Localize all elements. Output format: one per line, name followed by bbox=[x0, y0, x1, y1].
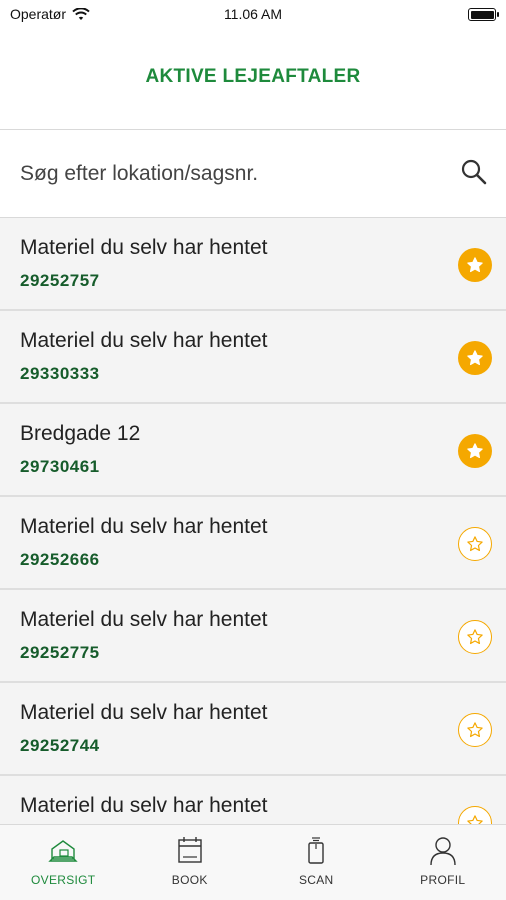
agreement-number: 29730461 bbox=[20, 457, 100, 476]
agreement-number: 29330333 bbox=[20, 364, 100, 383]
tab-oversigt[interactable]: OVERSIGT bbox=[0, 825, 127, 900]
agreement-number: 29252666 bbox=[20, 550, 100, 569]
search-icon[interactable] bbox=[460, 158, 488, 186]
agreement-number: 29252757 bbox=[20, 271, 100, 290]
agreement-location: Bredgade 12 bbox=[20, 422, 141, 445]
star-filled-icon[interactable] bbox=[458, 248, 492, 282]
list-item[interactable]: Materiel du selv har hentet 29252757 bbox=[0, 218, 506, 311]
tab-profil[interactable]: PROFIL bbox=[380, 825, 506, 900]
tab-bar: OVERSIGT BOOK SCAN PROFIL bbox=[0, 824, 506, 900]
search-bar bbox=[0, 130, 506, 218]
status-bar: Operatør 11.06 AM bbox=[0, 0, 506, 30]
tab-label: PROFIL bbox=[420, 873, 466, 887]
book-icon bbox=[178, 837, 202, 863]
agreement-location: Materiel du selv har hentet bbox=[20, 608, 268, 631]
agreement-location: Materiel du selv har hentet bbox=[20, 794, 268, 817]
tab-label: BOOK bbox=[171, 873, 208, 887]
list-item[interactable]: Materiel du selv har hentet 29252666 bbox=[0, 497, 506, 590]
list-item[interactable]: Materiel du selv har hentet bbox=[0, 776, 506, 824]
agreement-location: Materiel du selv har hentet bbox=[20, 236, 268, 259]
star-filled-icon[interactable] bbox=[458, 341, 492, 375]
agreement-location: Materiel du selv har hentet bbox=[20, 701, 268, 724]
star-outline-icon[interactable] bbox=[458, 806, 492, 824]
star-outline-icon[interactable] bbox=[458, 527, 492, 561]
star-outline-icon[interactable] bbox=[458, 713, 492, 747]
overview-icon bbox=[48, 840, 78, 862]
star-outline-icon[interactable] bbox=[458, 620, 492, 654]
agreement-location: Materiel du selv har hentet bbox=[20, 329, 268, 352]
search-input[interactable] bbox=[20, 154, 440, 194]
nav-header: AKTIVE LEJEAFTALER bbox=[0, 30, 506, 130]
tab-book[interactable]: BOOK bbox=[127, 825, 254, 900]
list-item[interactable]: Materiel du selv har hentet 29252744 bbox=[0, 683, 506, 776]
list-item[interactable]: Materiel du selv har hentet 29252775 bbox=[0, 590, 506, 683]
agreements-list[interactable]: Materiel du selv har hentet 29252757 Mater… bbox=[0, 218, 506, 824]
tab-label: SCAN bbox=[298, 873, 334, 887]
agreement-location: Materiel du selv har hentet bbox=[20, 515, 268, 538]
page-title: AKTIVE LEJEAFTALER bbox=[145, 66, 361, 87]
tab-scan[interactable]: SCAN bbox=[253, 825, 380, 900]
agreement-number: 29252744 bbox=[20, 736, 100, 755]
list-item[interactable]: Materiel du selv har hentet 29330333 bbox=[0, 311, 506, 404]
status-time: 11.06 AM bbox=[223, 6, 283, 22]
profile-icon bbox=[430, 837, 456, 866]
list-item[interactable]: Bredgade 12 29730461 bbox=[0, 404, 506, 497]
agreement-number: 29252775 bbox=[20, 643, 100, 662]
tab-label: OVERSIGT bbox=[31, 873, 96, 887]
star-filled-icon[interactable] bbox=[458, 434, 492, 468]
battery-icon bbox=[468, 8, 499, 21]
scan-icon bbox=[308, 837, 324, 864]
